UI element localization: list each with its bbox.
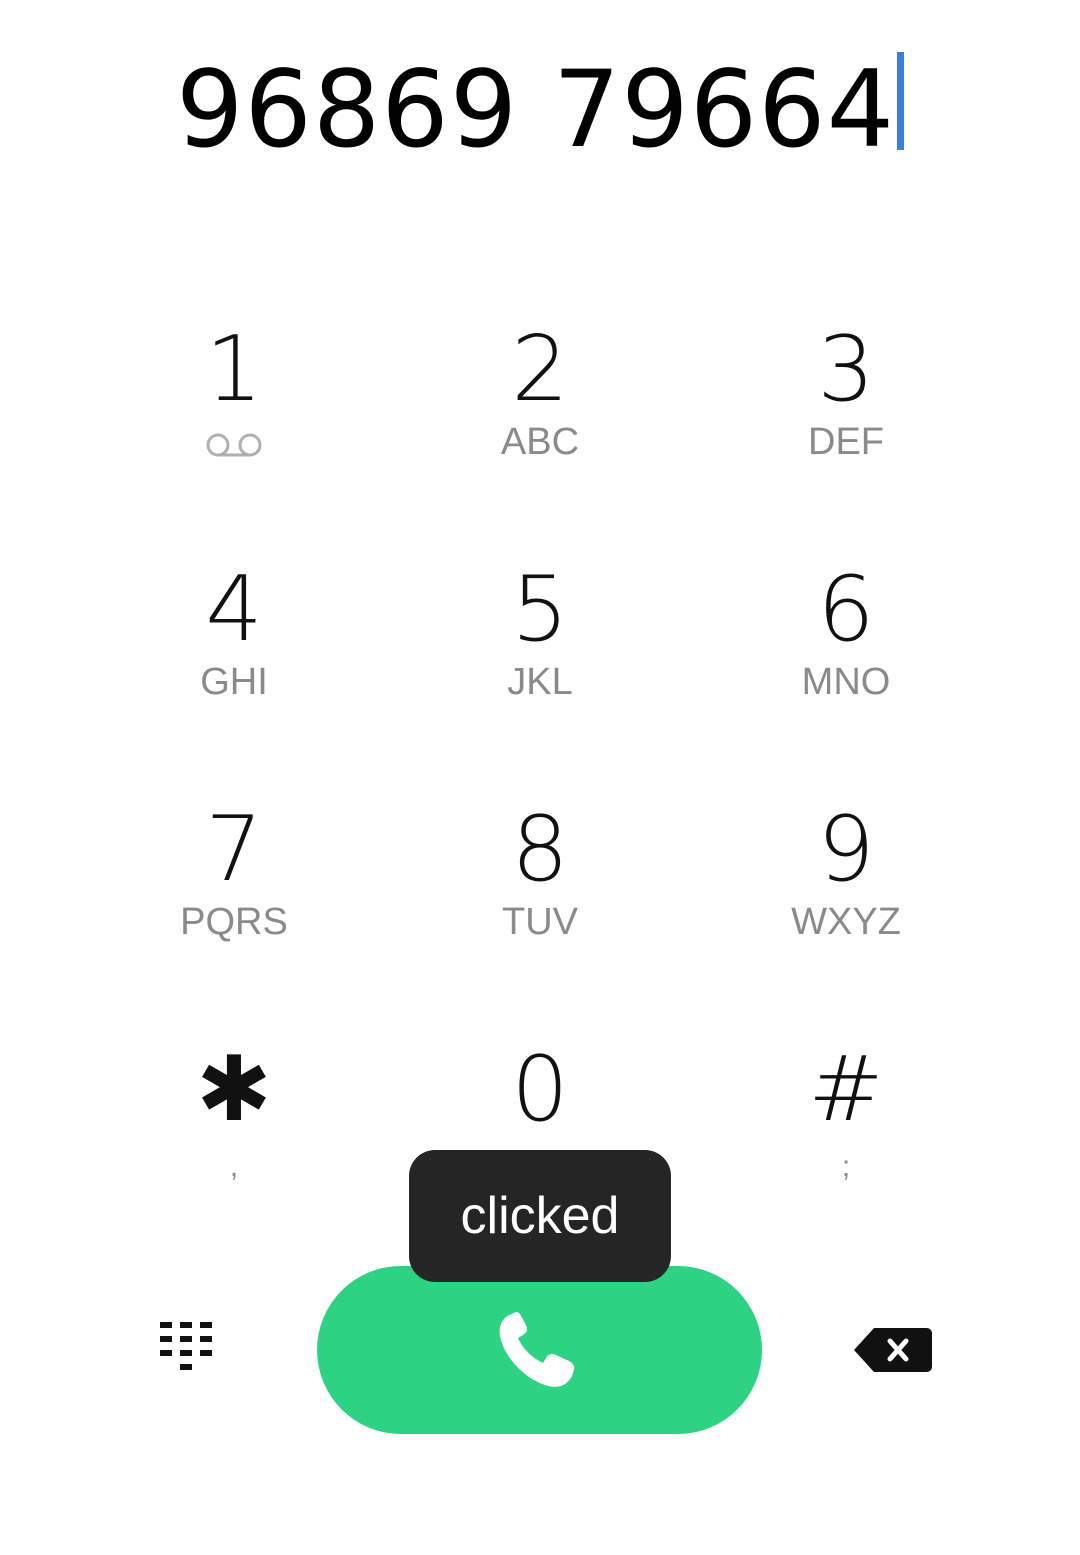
key-3[interactable]: 3 DEF [696, 320, 996, 520]
key-letters: PQRS [180, 901, 288, 943]
key-letters: WXYZ [791, 901, 901, 943]
key-digit: 2 [511, 317, 569, 422]
key-digit: 8 [511, 797, 569, 902]
key-6[interactable]: 6 MNO [696, 560, 996, 760]
key-9[interactable]: 9 WXYZ [696, 800, 996, 1000]
key-digit: 7 [205, 797, 263, 902]
key-digit: 3 [817, 317, 875, 422]
key-letters: MNO [801, 661, 891, 703]
key-digit: 1 [205, 317, 263, 422]
key-5[interactable]: 5 JKL [390, 560, 690, 760]
dialed-number: 96869 79664 [175, 48, 896, 171]
key-letters: GHI [200, 661, 268, 703]
key-digit: # [808, 1037, 884, 1142]
key-letters: JKL [507, 661, 573, 703]
key-2[interactable]: 2 ABC [390, 320, 690, 520]
key-digit: 5 [511, 557, 569, 662]
toast-message: clicked [409, 1150, 671, 1282]
key-letters: ABC [500, 421, 580, 463]
key-star[interactable]: ✱ , [84, 1040, 384, 1240]
backspace-icon[interactable] [850, 1320, 934, 1380]
dialpad-icon[interactable] [150, 1310, 226, 1386]
key-hash[interactable]: # ; [696, 1040, 996, 1240]
key-digit: 0 [511, 1037, 569, 1142]
phone-icon [499, 1312, 575, 1387]
number-display[interactable]: 96869 79664 [0, 40, 1080, 180]
key-digit: ✱ [196, 1037, 272, 1142]
key-letters: , [229, 1150, 239, 1183]
key-4[interactable]: 4 GHI [84, 560, 384, 760]
key-7[interactable]: 7 PQRS [84, 800, 384, 1000]
key-letters: ; [841, 1150, 851, 1183]
key-digit: 4 [205, 557, 263, 662]
key-1[interactable]: 1 [84, 320, 384, 520]
key-digit: 9 [817, 797, 875, 902]
key-letters: DEF [808, 421, 884, 463]
key-8[interactable]: 8 TUV [390, 800, 690, 1000]
key-letters: TUV [502, 901, 578, 943]
text-caret [897, 52, 905, 150]
key-digit: 6 [817, 557, 875, 662]
voicemail-icon [206, 433, 262, 457]
